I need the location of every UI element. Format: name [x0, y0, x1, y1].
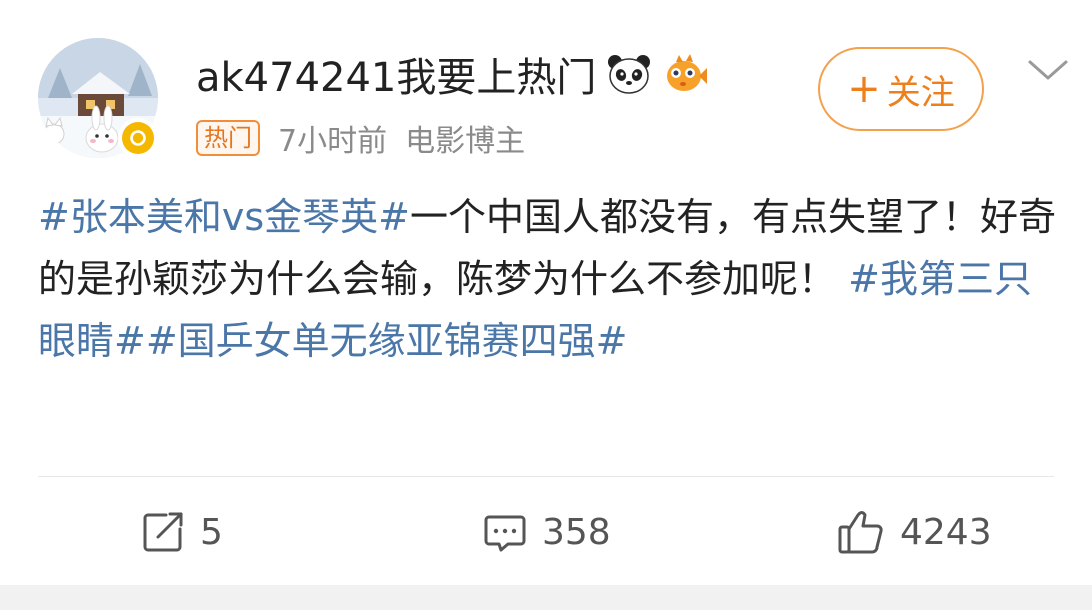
weibo-post-card: ak474241我要上热门 热门 7小时前 电影博主 + 关注 #张本美和vs金…: [0, 0, 1092, 585]
thumbs-up-icon: [838, 511, 883, 554]
comment-button[interactable]: 358: [482, 504, 611, 560]
user-role: 电影博主: [405, 124, 526, 159]
verified-badge: [118, 118, 158, 158]
username[interactable]: ak474241我要上热门: [196, 45, 596, 103]
pufferfish-icon: [667, 54, 708, 91]
hashtag-link[interactable]: #张本美和vs金琴英#: [38, 195, 410, 239]
repost-button[interactable]: 5: [140, 504, 223, 560]
meta-row: 热门 7小时前 电影博主: [196, 116, 525, 160]
repost-count: 5: [200, 511, 223, 553]
like-button[interactable]: 4243: [836, 504, 992, 560]
like-count: 4243: [900, 511, 992, 553]
comment-count: 358: [542, 511, 611, 553]
hot-badge: 热门: [196, 120, 260, 156]
username-row: ak474241我要上热门: [196, 44, 708, 104]
hashtag-link[interactable]: #国乒女单无缘亚锦赛四强#: [146, 319, 628, 363]
follow-label: 关注: [886, 72, 955, 113]
feed-separator: [0, 585, 1092, 610]
comment-icon: [484, 515, 526, 552]
post-text: #张本美和vs金琴英#一个中国人都没有，有点失望了！好奇的是孙颖莎为什么会输，陈…: [38, 186, 1058, 372]
repost-icon: [143, 512, 183, 552]
divider: [38, 476, 1054, 477]
follow-button[interactable]: + 关注: [818, 47, 984, 131]
post-time: 7小时前: [278, 124, 388, 159]
verified-check-icon: [130, 130, 146, 146]
plus-icon: +: [847, 66, 881, 112]
chevron-down-icon[interactable]: [1022, 50, 1074, 90]
panda-icon: [608, 55, 651, 94]
